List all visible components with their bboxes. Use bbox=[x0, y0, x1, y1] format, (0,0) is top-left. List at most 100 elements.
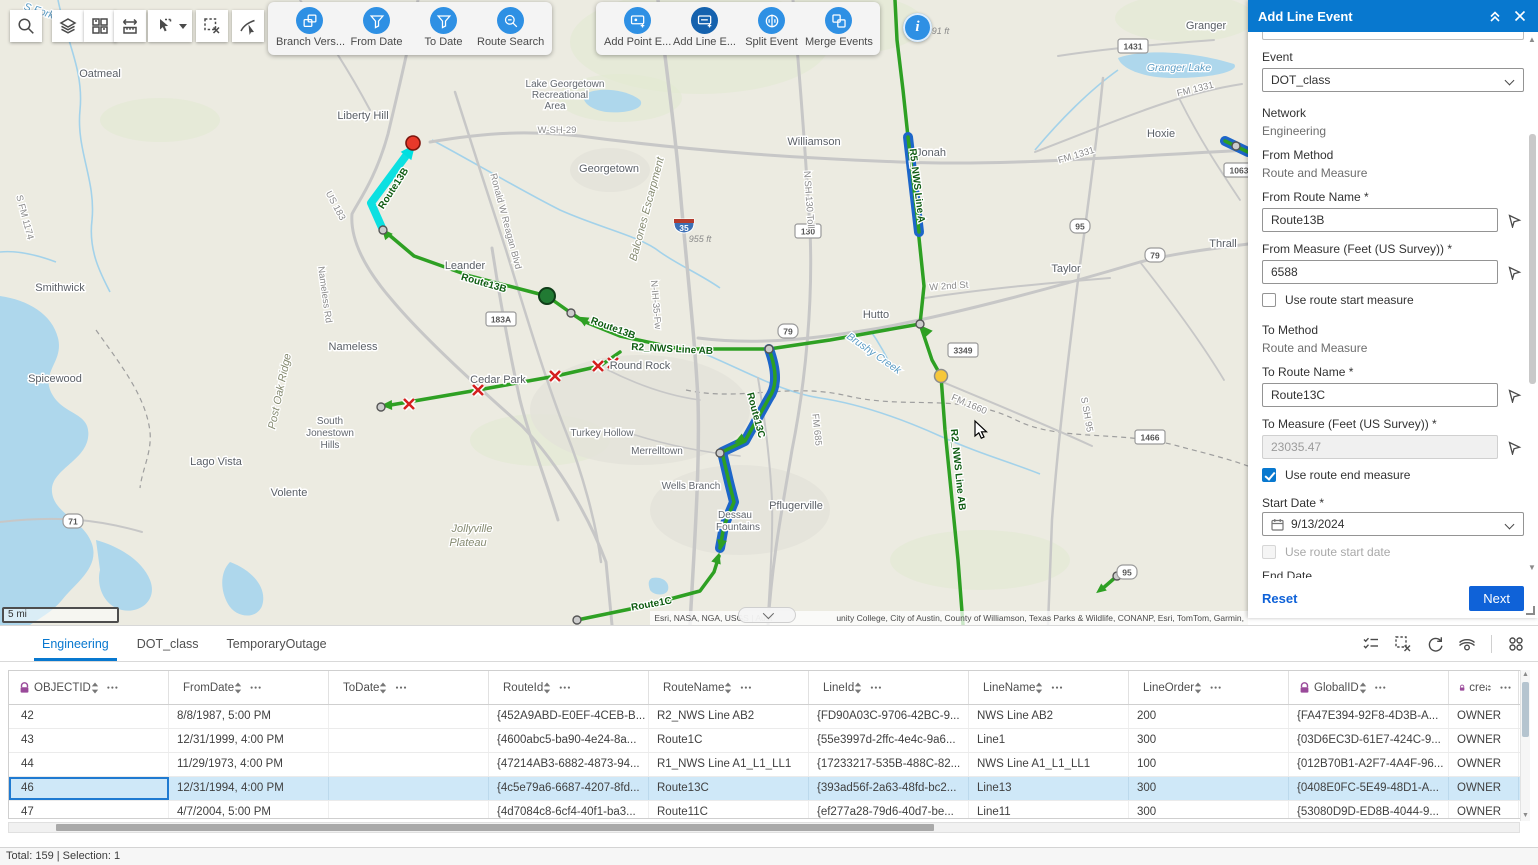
column-header-fromdate[interactable]: FromDate●●● bbox=[169, 671, 329, 704]
table-cell[interactable]: {012B70B1-A2F7-4A4F-96... bbox=[1289, 753, 1449, 776]
column-header-lineorder[interactable]: LineOrder●●● bbox=[1129, 671, 1289, 704]
close-panel-button[interactable] bbox=[1512, 8, 1528, 24]
pick-from-route-on-map-button[interactable] bbox=[1504, 210, 1524, 230]
toolbar-button-add-line-e[interactable]: Add Line E... bbox=[671, 5, 738, 48]
from-route-name-input[interactable]: Route13B bbox=[1262, 208, 1498, 232]
column-menu-icon[interactable]: ●●● bbox=[740, 685, 752, 691]
panel-resize-handle[interactable] bbox=[1526, 606, 1535, 615]
next-button[interactable]: Next bbox=[1469, 586, 1524, 611]
table-cell[interactable]: R1_NWS Line A1_L1_LL1 bbox=[649, 753, 809, 776]
table-cell[interactable]: {47214AB3-6882-4873-94... bbox=[489, 753, 649, 776]
column-menu-icon[interactable]: ●●● bbox=[559, 685, 571, 691]
table-cell[interactable]: Line13 bbox=[969, 777, 1129, 800]
column-header-globalid[interactable]: GlobalID●●● bbox=[1289, 671, 1449, 704]
table-cell[interactable]: 300 bbox=[1129, 801, 1289, 819]
table-options-button[interactable] bbox=[1502, 631, 1530, 657]
table-cell[interactable]: 300 bbox=[1129, 777, 1289, 800]
toolbar-button-to-date[interactable]: To Date bbox=[410, 5, 477, 48]
column-menu-icon[interactable]: ●●● bbox=[1500, 685, 1512, 691]
column-menu-icon[interactable]: ●●● bbox=[1210, 685, 1222, 691]
use-route-end-measure-checkbox[interactable]: Use route end measure bbox=[1262, 468, 1524, 482]
table-cell[interactable]: 200 bbox=[1129, 705, 1289, 728]
column-header-todate[interactable]: ToDate●●● bbox=[329, 671, 489, 704]
use-route-start-measure-checkbox[interactable]: Use route start measure bbox=[1262, 293, 1524, 307]
table-row[interactable]: 4411/29/1973, 4:00 PM{47214AB3-6882-4873… bbox=[9, 753, 1529, 777]
table-cell[interactable]: {4600abc5-ba90-4e24-8a... bbox=[489, 729, 649, 752]
sort-icon[interactable] bbox=[724, 682, 732, 694]
select-button[interactable] bbox=[148, 10, 192, 42]
basemap-button[interactable] bbox=[84, 10, 116, 42]
clear-table-selection-button[interactable] bbox=[1389, 631, 1417, 657]
table-cell[interactable] bbox=[329, 753, 489, 776]
measure-button[interactable] bbox=[114, 10, 146, 42]
scrollbar-thumb[interactable] bbox=[56, 824, 934, 831]
table-cell[interactable]: 12/31/1994, 4:00 PM bbox=[169, 777, 329, 800]
tab-engineering[interactable]: Engineering bbox=[28, 626, 123, 661]
column-menu-icon[interactable]: ●●● bbox=[1375, 685, 1387, 691]
table-cell[interactable]: 47 bbox=[9, 801, 169, 819]
show-selected-records-button[interactable] bbox=[1357, 631, 1385, 657]
column-menu-icon[interactable]: ●●● bbox=[870, 685, 882, 691]
table-cell[interactable]: OWNER bbox=[1449, 801, 1519, 819]
table-cell[interactable]: {ef277a28-79d6-40d7-be... bbox=[809, 801, 969, 819]
show-hide-fields-button[interactable] bbox=[1453, 631, 1481, 657]
table-row[interactable]: 4312/31/1999, 4:00 PM {4600abc5-ba90-4e24… bbox=[9, 729, 1529, 753]
table-cell[interactable]: NWS Line AB2 bbox=[969, 705, 1129, 728]
tab-dot_class[interactable]: DOT_class bbox=[123, 626, 213, 661]
column-menu-icon[interactable]: ●●● bbox=[1051, 685, 1063, 691]
table-cell[interactable] bbox=[329, 801, 489, 819]
table-cell[interactable]: Route1C bbox=[649, 729, 809, 752]
table-cell[interactable] bbox=[329, 777, 489, 800]
table-row[interactable]: 428/8/1987, 5:00 PM{452A9ABD-E0EF-4CEB-B… bbox=[9, 705, 1529, 729]
table-cell[interactable]: 100 bbox=[1129, 753, 1289, 776]
info-button[interactable]: i bbox=[903, 13, 932, 42]
column-header-routename[interactable]: RouteName●●● bbox=[649, 671, 809, 704]
vertical-scrollbar[interactable]: ▲ ▼ bbox=[1520, 670, 1530, 821]
tab-temporaryoutage[interactable]: TemporaryOutage bbox=[213, 626, 341, 661]
search-button[interactable] bbox=[10, 10, 42, 42]
table-cell[interactable]: Route11C bbox=[649, 801, 809, 819]
table-cell[interactable]: {0408E0FC-5E49-48D1-A... bbox=[1289, 777, 1449, 800]
collapse-panel-button[interactable] bbox=[1486, 7, 1504, 25]
horizontal-scrollbar[interactable] bbox=[8, 822, 1520, 833]
table-cell[interactable]: {53080D9D-ED8B-4044-9... bbox=[1289, 801, 1449, 819]
table-cell[interactable]: OWNER bbox=[1449, 729, 1519, 752]
from-measure-input[interactable]: 6588 bbox=[1262, 260, 1498, 284]
column-menu-icon[interactable]: ●●● bbox=[250, 685, 262, 691]
toolbar-button-split-event[interactable]: Split Event bbox=[738, 5, 805, 48]
column-header-lineid[interactable]: LineId●●● bbox=[809, 671, 969, 704]
table-cell[interactable]: {4c5e79a6-6687-4207-8fd... bbox=[489, 777, 649, 800]
scrollbar-thumb[interactable] bbox=[1522, 682, 1529, 737]
to-route-name-input[interactable]: Route13C bbox=[1262, 383, 1498, 407]
sort-icon[interactable] bbox=[1194, 682, 1202, 694]
table-cell[interactable]: 42 bbox=[9, 705, 169, 728]
table-cell[interactable]: R2_NWS Line AB2 bbox=[649, 705, 809, 728]
table-cell[interactable]: 46 bbox=[9, 777, 169, 800]
column-header-objectid[interactable]: OBJECTID●●● bbox=[9, 671, 169, 704]
table-cell[interactable]: OWNER bbox=[1449, 777, 1519, 800]
table-cell[interactable]: {393ad56f-2a63-48fd-bc2... bbox=[809, 777, 969, 800]
table-cell[interactable]: OWNER bbox=[1449, 753, 1519, 776]
toolbar-button-route-search[interactable]: Route Search bbox=[477, 5, 544, 48]
column-header-linename[interactable]: LineName●●● bbox=[969, 671, 1129, 704]
sort-icon[interactable] bbox=[1487, 682, 1492, 694]
pick-to-measure-on-map-button[interactable] bbox=[1504, 437, 1524, 457]
table-cell[interactable]: 43 bbox=[9, 729, 169, 752]
table-cell[interactable]: {03D6EC3D-61E7-424C-9... bbox=[1289, 729, 1449, 752]
select-by-shape-button[interactable] bbox=[232, 10, 264, 42]
column-menu-icon[interactable]: ●●● bbox=[107, 685, 119, 691]
table-cell[interactable]: 12/31/1999, 4:00 PM bbox=[169, 729, 329, 752]
column-header-routeid[interactable]: RouteId●●● bbox=[489, 671, 649, 704]
sort-icon[interactable] bbox=[543, 682, 551, 694]
column-header-create[interactable]: create●●● bbox=[1449, 671, 1519, 704]
scroll-down-icon[interactable]: ▼ bbox=[1528, 564, 1536, 572]
table-cell[interactable]: NWS Line A1_L1_LL1 bbox=[969, 753, 1129, 776]
sort-icon[interactable] bbox=[1359, 682, 1367, 694]
map-canvas[interactable]: 351309595797914313349146671183A1063Oatme… bbox=[0, 0, 1248, 625]
attribution-collapse-button[interactable] bbox=[738, 607, 796, 623]
scroll-down-icon[interactable]: ▼ bbox=[1521, 811, 1530, 821]
reset-button[interactable]: Reset bbox=[1262, 591, 1297, 606]
sort-icon[interactable] bbox=[234, 682, 242, 694]
toolbar-button-from-date[interactable]: From Date bbox=[343, 5, 410, 48]
toolbar-button-branch-vers[interactable]: Branch Vers... bbox=[276, 5, 343, 48]
